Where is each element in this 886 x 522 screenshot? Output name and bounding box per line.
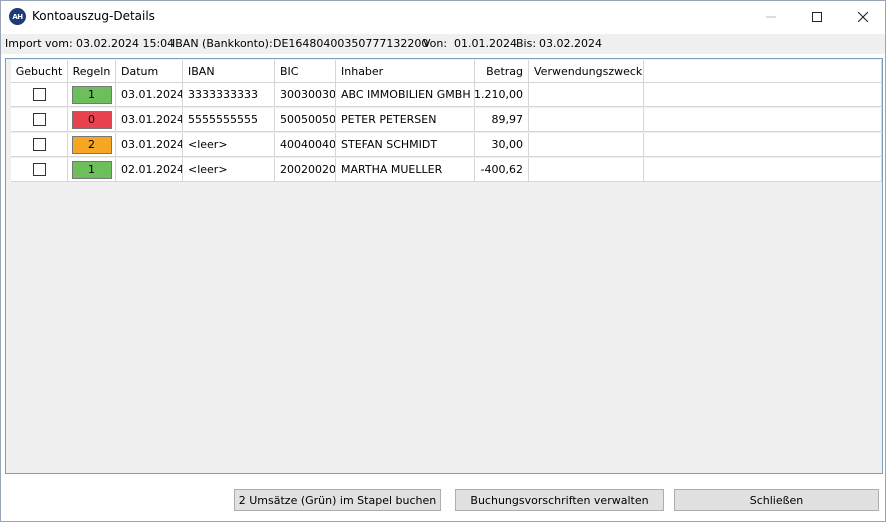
book-batch-button[interactable]: 2 Umsätze (Grün) im Stapel buchen — [234, 489, 441, 511]
iban-cell: <leer> — [183, 158, 275, 182]
close-button[interactable]: Schließen — [674, 489, 879, 511]
col-header-betrag[interactable]: Betrag — [475, 60, 529, 83]
gebucht-checkbox[interactable] — [32, 163, 46, 176]
table-row[interactable]: 2 03.01.2024 <leer> 40040040 STEFAN SCHM… — [11, 133, 882, 157]
datum-cell: 03.01.2024 — [116, 108, 183, 132]
regeln-cell: 1 — [68, 83, 116, 107]
bic-cell: 30030030 — [275, 83, 336, 107]
von-label: Von: — [423, 37, 448, 50]
import-info-bar: Import vom: 03.02.2024 15:04 IBAN (Bankk… — [1, 34, 885, 54]
dialog-window: AH Kontoauszug-Details Import vom: 03.02… — [0, 0, 886, 522]
col-header-datum[interactable]: Datum — [116, 60, 183, 83]
verwendungszweck-cell — [529, 108, 644, 132]
col-header-gebucht[interactable]: Gebucht — [11, 60, 68, 83]
filler-cell — [644, 83, 882, 107]
gebucht-cell — [11, 83, 68, 107]
iban-cell: 3333333333 — [183, 83, 275, 107]
rule-count-badge[interactable]: 1 — [71, 160, 112, 179]
bis-label: Bis: — [516, 37, 537, 50]
window-title: Kontoauszug-Details — [32, 9, 155, 23]
rule-count-badge[interactable]: 0 — [71, 110, 112, 129]
betrag-cell: 30,00 — [475, 133, 529, 157]
minimize-button[interactable] — [748, 1, 794, 32]
bis-value: 03.02.2024 — [539, 37, 602, 50]
verwendungszweck-cell — [529, 158, 644, 182]
von-value: 01.01.2024 — [454, 37, 517, 50]
filler-cell — [644, 108, 882, 132]
verwendungszweck-cell — [529, 133, 644, 157]
gebucht-cell — [11, 158, 68, 182]
inhaber-cell: PETER PETERSEN — [336, 108, 475, 132]
filler-cell — [644, 133, 882, 157]
iban-label: IBAN (Bankkonto): — [172, 37, 273, 50]
minimize-icon — [766, 16, 776, 17]
betrag-cell: 89,97 — [475, 108, 529, 132]
iban-value: DE16480400350777132200 — [273, 37, 429, 50]
datum-cell: 03.01.2024 — [116, 133, 183, 157]
inhaber-cell: ABC IMMOBILIEN GMBH — [336, 83, 475, 107]
import-label: Import vom: — [5, 37, 73, 50]
filler-cell — [644, 158, 882, 182]
col-header-verwendungszweck[interactable]: Verwendungszweck — [529, 60, 644, 83]
betrag-cell: -400,62 — [475, 158, 529, 182]
rule-count-badge[interactable]: 2 — [71, 135, 112, 154]
app-logo: AH — [9, 8, 26, 25]
gebucht-checkbox[interactable] — [32, 113, 46, 126]
iban-cell: 5555555555 — [183, 108, 275, 132]
gebucht-checkbox[interactable] — [32, 88, 46, 101]
iban-cell: <leer> — [183, 133, 275, 157]
verwendungszweck-cell — [529, 83, 644, 107]
table-header: Gebucht Regeln Datum IBAN BIC Inhaber Be… — [11, 60, 882, 83]
maximize-button[interactable] — [794, 1, 840, 32]
bic-cell: 20020020 — [275, 158, 336, 182]
transactions-grid[interactable]: Gebucht Regeln Datum IBAN BIC Inhaber Be… — [5, 58, 883, 474]
import-value: 03.02.2024 15:04 — [76, 37, 175, 50]
col-header-filler — [644, 60, 882, 83]
regeln-cell: 0 — [68, 108, 116, 132]
manage-booking-rules-button[interactable]: Buchungsvorschriften verwalten — [455, 489, 664, 511]
regeln-cell: 2 — [68, 133, 116, 157]
col-header-inhaber[interactable]: Inhaber — [336, 60, 475, 83]
table-row[interactable]: 1 02.01.2024 <leer> 20020020 MARTHA MUEL… — [11, 158, 882, 182]
regeln-cell: 1 — [68, 158, 116, 182]
col-header-regeln[interactable]: Regeln — [68, 60, 116, 83]
datum-cell: 03.01.2024 — [116, 83, 183, 107]
datum-cell: 02.01.2024 — [116, 158, 183, 182]
gebucht-cell — [11, 108, 68, 132]
table-row[interactable]: 1 03.01.2024 3333333333 30030030 ABC IMM… — [11, 83, 882, 107]
inhaber-cell: STEFAN SCHMIDT — [336, 133, 475, 157]
close-window-button[interactable] — [840, 1, 886, 32]
title-bar[interactable]: AH Kontoauszug-Details — [1, 1, 885, 32]
rule-count-badge[interactable]: 1 — [71, 85, 112, 104]
betrag-cell: -1.210,00 — [475, 83, 529, 107]
gebucht-checkbox[interactable] — [32, 138, 46, 151]
bic-cell: 40040040 — [275, 133, 336, 157]
close-icon — [858, 11, 868, 22]
inhaber-cell: MARTHA MUELLER — [336, 158, 475, 182]
bic-cell: 50050050 — [275, 108, 336, 132]
maximize-icon — [812, 11, 822, 22]
gebucht-cell — [11, 133, 68, 157]
table-row[interactable]: 0 03.01.2024 5555555555 50050050 PETER P… — [11, 108, 882, 132]
col-header-bic[interactable]: BIC — [275, 60, 336, 83]
col-header-iban[interactable]: IBAN — [183, 60, 275, 83]
